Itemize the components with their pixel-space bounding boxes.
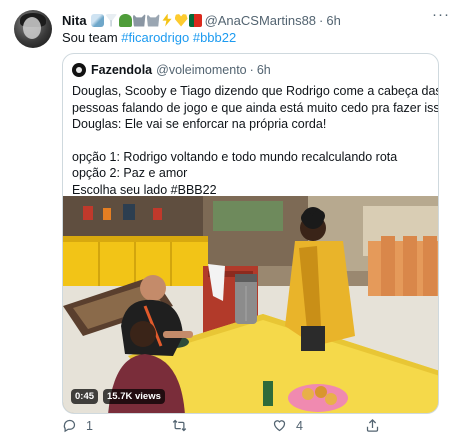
portugal-flag-icon <box>188 13 202 27</box>
video-frame <box>63 196 438 413</box>
quoted-text-line: pessoas falando de jogo e que ainda está… <box>72 100 439 115</box>
more-options-icon[interactable]: ··· <box>431 7 451 26</box>
quoted-text-line: Douglas, Scooby e Tiago dizendo que Rodr… <box>72 84 439 98</box>
tweet-header: Nita @AnaCSMartins88 · 6h <box>62 11 341 29</box>
wolf-icon <box>132 13 146 27</box>
video-player[interactable]: 0:45 15.7K views <box>63 196 438 413</box>
quoted-avatar <box>72 63 86 77</box>
tweet-text-prefix: Sou team <box>62 30 118 45</box>
display-name[interactable]: Nita <box>62 13 87 28</box>
quoted-separator-dot: · <box>249 63 254 77</box>
separator-dot: · <box>319 12 324 28</box>
avatar-face <box>23 17 41 39</box>
quoted-option-line: opção 2: Paz e amor <box>72 166 188 180</box>
tweet-text: Sou team #ficarodrigo #bbb22 <box>62 30 236 45</box>
yellow-heart-icon <box>174 14 188 27</box>
tweet[interactable]: Nita @AnaCSMartins88 · 6h ··· Sou team #… <box>0 0 465 445</box>
hashtag-bbb22[interactable]: #bbb22 <box>193 30 236 45</box>
reply-icon <box>63 419 76 433</box>
tweet-time[interactable]: 6h <box>326 13 340 28</box>
quoted-handle: @voleimomento <box>156 63 247 77</box>
tweet-actions: 1 4 <box>62 418 422 436</box>
share-button[interactable] <box>365 418 389 433</box>
retweet-icon <box>172 419 187 432</box>
like-button[interactable]: 4 <box>272 418 303 433</box>
wolf-icon <box>146 13 160 27</box>
quoted-tweet-header: Fazendola @voleimomento · 6h <box>72 62 271 78</box>
lightning-icon <box>162 13 172 27</box>
reply-count: 1 <box>86 418 93 433</box>
quoted-time: 6h <box>256 63 271 77</box>
heart-icon <box>273 420 286 432</box>
reply-button[interactable]: 1 <box>62 418 93 433</box>
quoted-display-name: Fazendola <box>91 63 153 77</box>
user-handle[interactable]: @AnaCSMartins88 <box>205 13 316 28</box>
quoted-tweet-text: Douglas, Scooby e Tiago dizendo que Rodr… <box>72 83 439 198</box>
cactus-icon <box>118 13 132 27</box>
hashtag-ficarodrigo[interactable]: #ficarodrigo <box>121 30 189 45</box>
quoted-option-line: opção 1: Rodrigo voltando e todo mundo r… <box>72 149 398 164</box>
quoted-tweet[interactable]: Fazendola @voleimomento · 6h Douglas, Sc… <box>62 53 439 414</box>
avatar[interactable] <box>14 10 52 48</box>
quoted-text-line: Douglas: Ele vai se enforcar na própria … <box>72 117 327 131</box>
retweet-button[interactable] <box>172 418 196 433</box>
name-emojis <box>90 13 202 27</box>
syringe-icon <box>90 13 104 27</box>
video-duration-badge: 0:45 <box>71 389 99 404</box>
like-count: 4 <box>296 418 303 433</box>
share-icon <box>366 418 379 432</box>
video-views-badge: 15.7K views <box>103 389 165 404</box>
cocktail-icon <box>104 13 118 27</box>
